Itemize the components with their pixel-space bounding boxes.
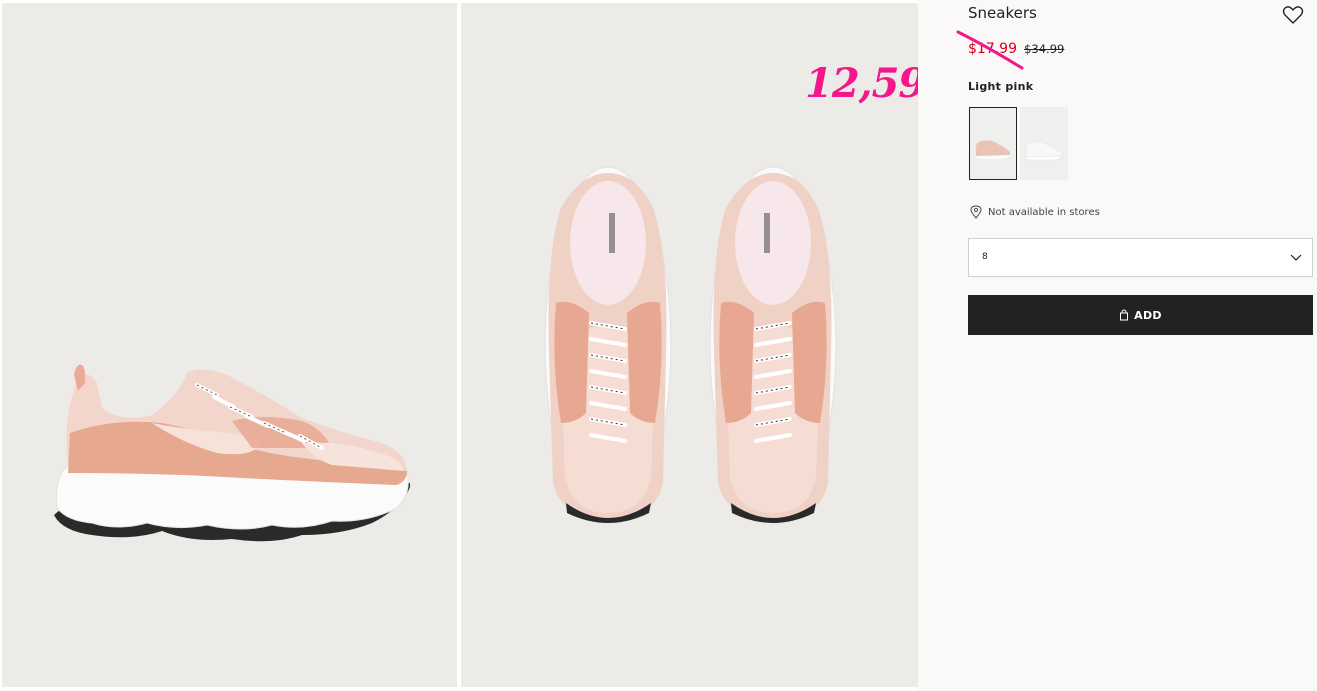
favorite-button[interactable] (1282, 5, 1304, 25)
handwritten-price-annotation: 12,59 (805, 60, 926, 107)
swatch-thumbnail (1025, 141, 1063, 161)
shopping-bag-icon (1120, 309, 1129, 321)
store-availability-text: Not available in stores (988, 206, 1100, 218)
sale-price: $17.99 (968, 41, 1017, 57)
size-select[interactable]: 8 (968, 238, 1313, 277)
color-swatch-white[interactable] (1020, 107, 1068, 180)
swatch-thumbnail (975, 140, 1010, 159)
color-name-label: Light pink (968, 80, 1034, 93)
product-gallery (0, 0, 918, 691)
map-pin-icon (970, 205, 982, 219)
original-price: $34.99 (1024, 42, 1065, 56)
price-row: $17.99 $34.99 (968, 38, 1064, 57)
sneaker-side-illustration (54, 364, 410, 542)
product-info-panel: Sneakers $17.99 $34.99 Light pink Not av… (918, 0, 1317, 691)
store-availability: Not available in stores (970, 205, 1100, 219)
add-to-bag-button[interactable]: ADD (968, 295, 1313, 335)
size-selected-value: 8 (982, 252, 988, 262)
chevron-down-icon (1290, 254, 1302, 261)
heart-outline-icon (1282, 6, 1304, 24)
product-title: Sneakers (968, 4, 1037, 22)
color-swatch-light-pink[interactable] (969, 107, 1017, 180)
add-button-label: ADD (1134, 308, 1162, 322)
product-image-side[interactable] (2, 3, 457, 687)
